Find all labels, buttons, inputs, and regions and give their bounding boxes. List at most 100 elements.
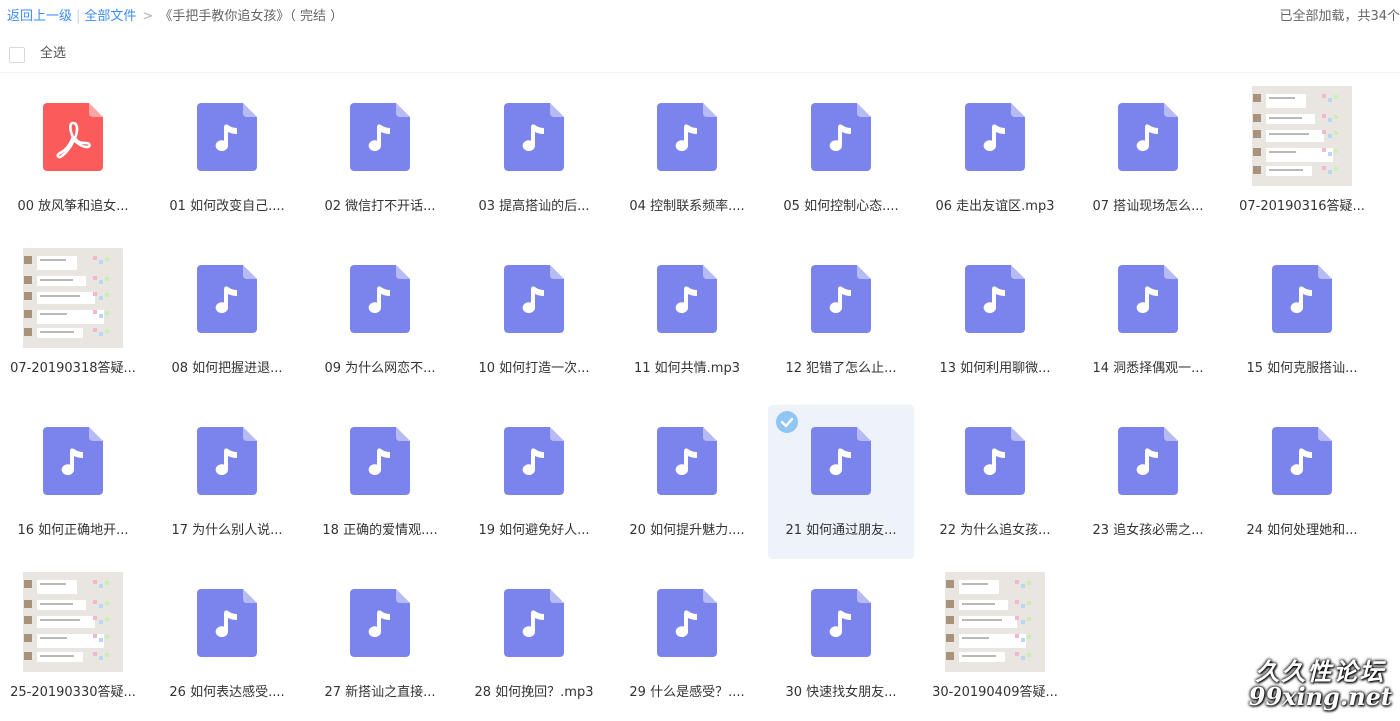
audio-file-icon (350, 427, 410, 495)
audio-file-item[interactable]: 30 快速找女朋友... (768, 567, 914, 721)
file-thumbnail (1098, 410, 1198, 510)
image-file-item[interactable]: 25-20190330答疑... (0, 567, 146, 721)
file-name: 00 放风筝和追女... (17, 199, 129, 214)
audio-file-item[interactable]: 04 控制联系频率.... (614, 81, 760, 235)
audio-file-icon (350, 265, 410, 333)
audio-file-item[interactable]: 09 为什么网恋不... (307, 243, 453, 397)
audio-file-item[interactable]: 21 如何通过朋友... (768, 405, 914, 559)
file-thumbnail (945, 86, 1045, 186)
watermark: 久久性论坛 99xing.net (1248, 658, 1392, 711)
audio-file-item[interactable]: 29 什么是感受？.... (614, 567, 760, 721)
audio-file-item[interactable]: 15 如何克服搭讪... (1229, 243, 1375, 397)
audio-file-icon (965, 427, 1025, 495)
audio-file-item[interactable]: 22 为什么追女孩... (922, 405, 1068, 559)
audio-file-item[interactable]: 19 如何避免好人... (461, 405, 607, 559)
back-link[interactable]: 返回上一级 (7, 9, 72, 24)
audio-file-item[interactable]: 11 如何共情.mp3 (614, 243, 760, 397)
file-name: 21 如何通过朋友... (785, 523, 897, 538)
file-name: 11 如何共情.mp3 (634, 361, 740, 376)
audio-file-item[interactable]: 17 为什么别人说... (154, 405, 300, 559)
file-name: 18 正确的爱情观.... (322, 523, 438, 538)
file-thumbnail (637, 86, 737, 186)
file-thumbnail (330, 410, 430, 510)
file-thumbnail (1098, 86, 1198, 186)
file-thumbnail (637, 248, 737, 348)
file-thumbnail (330, 86, 430, 186)
audio-file-icon (350, 103, 410, 171)
file-thumbnail (177, 86, 277, 186)
select-all-label[interactable]: 全选 (40, 38, 66, 70)
audio-file-item[interactable]: 27 新搭讪之直接... (307, 567, 453, 721)
checkmark-icon[interactable] (776, 411, 798, 433)
file-name: 17 为什么别人说... (171, 523, 283, 538)
audio-file-icon (811, 103, 871, 171)
audio-file-icon (197, 427, 257, 495)
audio-file-item[interactable]: 23 追女孩必需之... (1075, 405, 1221, 559)
file-thumbnail (484, 86, 584, 186)
watermark-line2: 99xing.net (1248, 681, 1392, 711)
file-name: 13 如何利用聊微... (939, 361, 1051, 376)
audio-file-icon (1118, 265, 1178, 333)
audio-file-item[interactable]: 06 走出友谊区.mp3 (922, 81, 1068, 235)
audio-file-icon (43, 427, 103, 495)
audio-file-item[interactable]: 20 如何提升魅力.... (614, 405, 760, 559)
audio-file-item[interactable]: 28 如何挽回？.mp3 (461, 567, 607, 721)
image-thumbnail (23, 572, 123, 672)
audio-file-item[interactable]: 03 提高搭讪的后... (461, 81, 607, 235)
file-thumbnail (1252, 248, 1352, 348)
audio-file-item[interactable]: 02 微信打不开话... (307, 81, 453, 235)
audio-file-icon (811, 265, 871, 333)
file-thumbnail (945, 410, 1045, 510)
file-name: 27 新搭讪之直接... (324, 685, 436, 700)
file-thumbnail (791, 572, 891, 672)
audio-file-item[interactable]: 05 如何控制心态.... (768, 81, 914, 235)
image-file-item[interactable]: 07-20190316答疑... (1229, 81, 1375, 235)
audio-file-icon (504, 427, 564, 495)
audio-file-item[interactable]: 12 犯错了怎么止... (768, 243, 914, 397)
top-bar: 返回上一级 | 全部文件 > 《手把手教你追女孩》（ 完结 ） 已全部加载，共34个 (0, 0, 1400, 34)
audio-file-item[interactable]: 26 如何表达感受.... (154, 567, 300, 721)
file-thumbnail (177, 410, 277, 510)
file-name: 24 如何处理她和... (1246, 523, 1358, 538)
file-name: 26 如何表达感受.... (169, 685, 285, 700)
file-name: 07-20190316答疑... (1239, 199, 1365, 214)
audio-file-item[interactable]: 10 如何打造一次... (461, 243, 607, 397)
image-file-item[interactable]: 07-20190318答疑... (0, 243, 146, 397)
file-thumbnail (637, 572, 737, 672)
file-name: 28 如何挽回？.mp3 (474, 685, 594, 700)
audio-file-item[interactable]: 16 如何正确地开... (0, 405, 146, 559)
audio-file-icon (504, 103, 564, 171)
chevron-right-icon: > (142, 9, 154, 24)
audio-file-item[interactable]: 24 如何处理她和... (1229, 405, 1375, 559)
file-name: 02 微信打不开话... (324, 199, 436, 214)
audio-file-item[interactable]: 13 如何利用聊微... (922, 243, 1068, 397)
file-name: 07 搭讪现场怎么... (1092, 199, 1204, 214)
audio-file-item[interactable]: 01 如何改变自己.... (154, 81, 300, 235)
file-name: 22 为什么追女孩... (939, 523, 1051, 538)
breadcrumb: 返回上一级 | 全部文件 > 《手把手教你追女孩》（ 完结 ） (7, 0, 343, 34)
audio-file-item[interactable]: 07 搭讪现场怎么... (1075, 81, 1221, 235)
audio-file-icon (811, 589, 871, 657)
file-name: 19 如何避免好人... (478, 523, 590, 538)
audio-file-item[interactable]: 14 洞悉择偶观一... (1075, 243, 1221, 397)
file-thumbnail (177, 572, 277, 672)
file-name: 30 快速找女朋友... (785, 685, 897, 700)
file-thumbnail (23, 410, 123, 510)
select-all-row: 全选 (0, 38, 1400, 73)
file-thumbnail (484, 248, 584, 348)
audio-file-item[interactable]: 18 正确的爱情观.... (307, 405, 453, 559)
file-name: 23 追女孩必需之... (1092, 523, 1204, 538)
image-file-item[interactable]: 30-20190409答疑... (922, 567, 1068, 721)
loaded-status: 已全部加载，共34个 (1279, 9, 1400, 24)
all-files-link[interactable]: 全部文件 (84, 9, 136, 24)
audio-file-icon (504, 265, 564, 333)
select-all-checkbox[interactable] (9, 47, 25, 63)
file-name: 30-20190409答疑... (932, 685, 1058, 700)
file-thumbnail (791, 248, 891, 348)
file-thumbnail (1098, 248, 1198, 348)
pdf-file-item[interactable]: 00 放风筝和追女... (0, 81, 146, 235)
audio-file-item[interactable]: 08 如何把握进退... (154, 243, 300, 397)
audio-file-icon (1118, 427, 1178, 495)
audio-file-icon (1272, 265, 1332, 333)
file-name: 03 提高搭讪的后... (478, 199, 590, 214)
